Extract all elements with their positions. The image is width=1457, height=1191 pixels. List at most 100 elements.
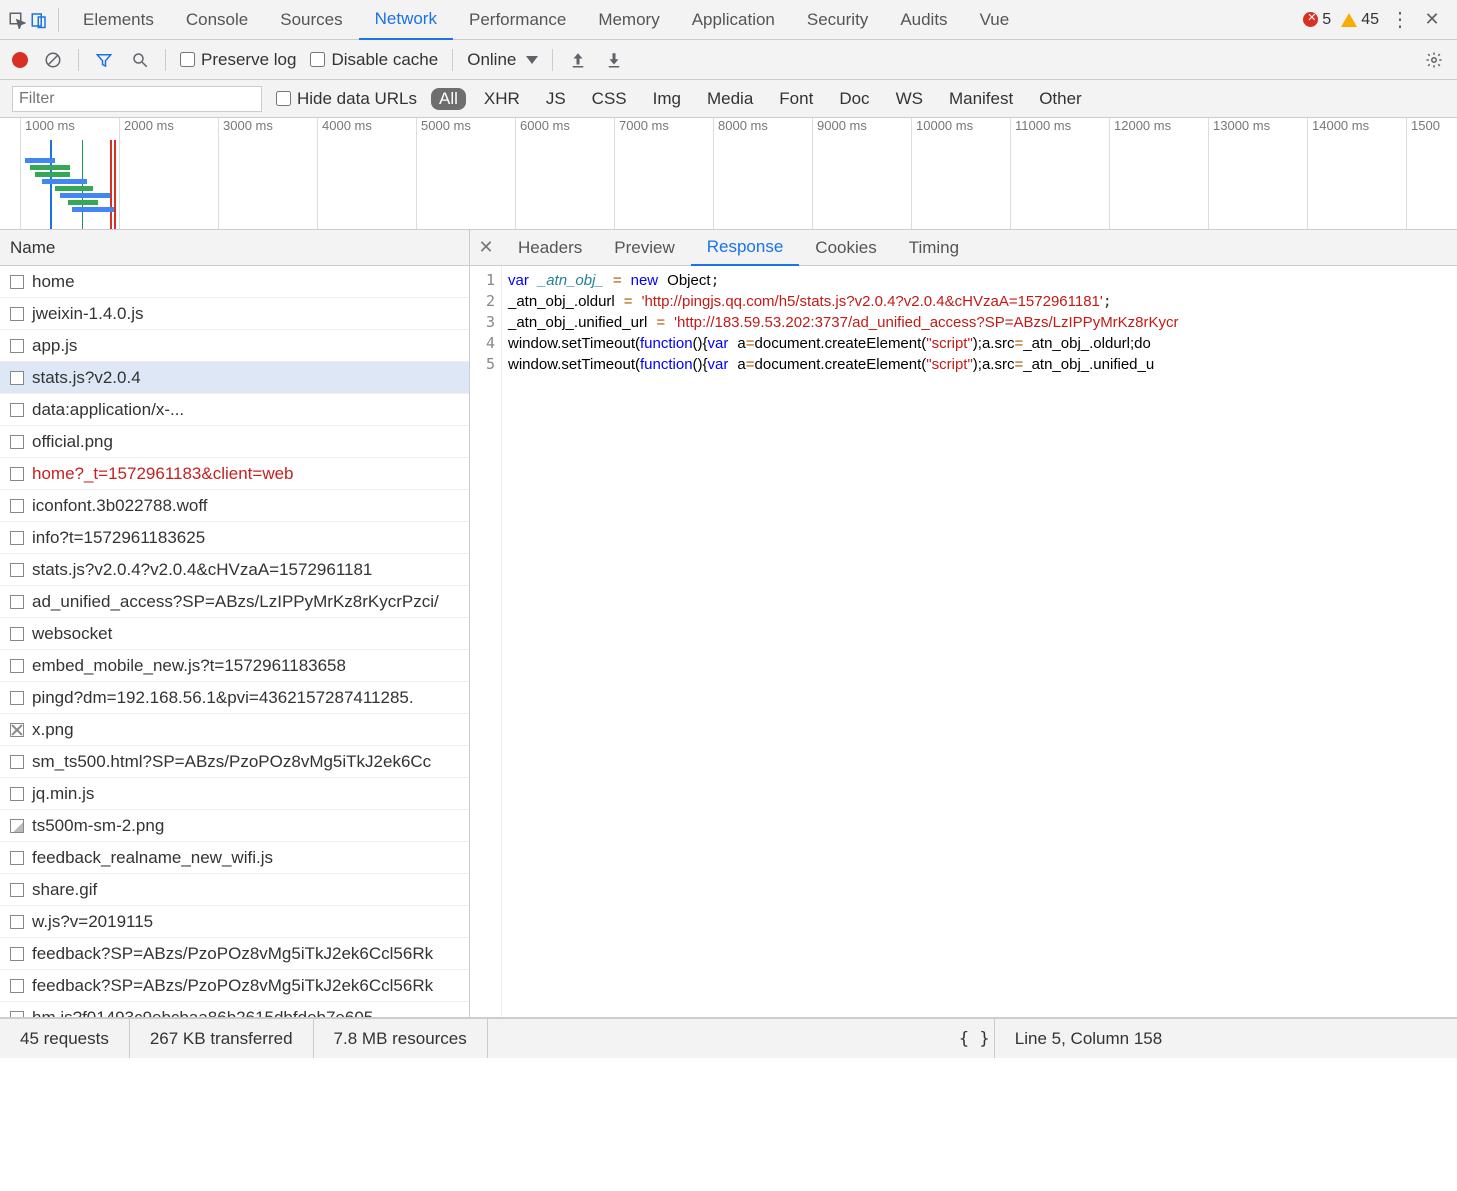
tab-network[interactable]: Network	[359, 0, 453, 40]
request-row[interactable]: feedback_realname_new_wifi.js	[0, 842, 469, 874]
kebab-menu-icon[interactable]: ⋮	[1389, 9, 1411, 31]
code-content[interactable]: var _atn_obj_ = new Object; _atn_obj_.ol…	[502, 266, 1457, 1017]
request-row[interactable]: ad_unified_access?SP=ABzs/LzIPPyMrKz8rKy…	[0, 586, 469, 618]
detail-tab-headers[interactable]: Headers	[502, 230, 598, 266]
request-name: stats.js?v2.0.4	[32, 368, 141, 388]
filter-type-xhr[interactable]: XHR	[476, 88, 528, 110]
tab-sources[interactable]: Sources	[264, 0, 358, 40]
filter-type-media[interactable]: Media	[699, 88, 761, 110]
request-row[interactable]: feedback?SP=ABzs/PzoPOz8vMg5iTkJ2ek6Ccl5…	[0, 970, 469, 1002]
close-icon[interactable]: ✕	[1421, 9, 1443, 31]
request-name: share.gif	[32, 880, 97, 900]
request-row[interactable]: home	[0, 266, 469, 298]
request-list[interactable]: homejweixin-1.4.0.js app.js stats.js?v2.0.…	[0, 266, 469, 1017]
request-row[interactable]: jweixin-1.4.0.js	[0, 298, 469, 330]
gear-icon[interactable]	[1423, 49, 1445, 71]
request-row[interactable]: embed_mobile_new.js?t=1572961183658	[0, 650, 469, 682]
request-row[interactable]: websocket	[0, 618, 469, 650]
throttling-select[interactable]: Online	[467, 50, 538, 70]
filter-type-font[interactable]: Font	[771, 88, 821, 110]
tab-audits[interactable]: Audits	[884, 0, 963, 40]
devtools-top-tabs: ElementsConsoleSourcesNetworkPerformance…	[0, 0, 1457, 40]
hide-data-urls-checkbox[interactable]: Hide data URLs	[276, 89, 417, 109]
request-row[interactable]: w.js?v=2019115	[0, 906, 469, 938]
request-row[interactable]: data:application/x-...	[0, 394, 469, 426]
timeline-bar	[72, 207, 114, 212]
tab-console[interactable]: Console	[170, 0, 264, 40]
detail-tab-preview[interactable]: Preview	[598, 230, 690, 266]
filter-input[interactable]	[12, 86, 262, 112]
filter-type-img[interactable]: Img	[645, 88, 689, 110]
upload-har-icon[interactable]	[567, 49, 589, 71]
filter-type-js[interactable]: JS	[538, 88, 574, 110]
filter-type-doc[interactable]: Doc	[831, 88, 877, 110]
request-row[interactable]: jq.min.js	[0, 778, 469, 810]
response-code[interactable]: 12345 var _atn_obj_ = new Object; _atn_o…	[470, 266, 1457, 1017]
warning-count[interactable]: 45	[1341, 11, 1379, 29]
tab-security[interactable]: Security	[791, 0, 884, 40]
timeline-bar	[30, 165, 70, 170]
filter-type-other[interactable]: Other	[1031, 88, 1090, 110]
record-button[interactable]	[12, 52, 28, 68]
request-name: feedback_realname_new_wifi.js	[32, 848, 273, 868]
clear-icon[interactable]	[42, 49, 64, 71]
request-row[interactable]: iconfont.3b022788.woff	[0, 490, 469, 522]
search-icon[interactable]	[129, 49, 151, 71]
timeline-domcontent-marker	[82, 140, 83, 230]
download-har-icon[interactable]	[603, 49, 625, 71]
status-resources: 7.8 MB resources	[314, 1019, 488, 1058]
preserve-log-checkbox[interactable]: Preserve log	[180, 50, 296, 70]
request-row[interactable]: stats.js?v2.0.4	[0, 362, 469, 394]
request-row[interactable]: official.png	[0, 426, 469, 458]
error-count[interactable]: ✕ 5	[1303, 11, 1331, 29]
filter-type-ws[interactable]: WS	[888, 88, 931, 110]
timeline-load-marker	[110, 140, 112, 230]
timeline-tick: 2000 ms	[119, 118, 174, 229]
request-row[interactable]: ts500m-sm-2.png	[0, 810, 469, 842]
timeline-bar	[68, 200, 98, 205]
tab-performance[interactable]: Performance	[453, 0, 582, 40]
request-row[interactable]: info?t=1572961183625	[0, 522, 469, 554]
filter-type-css[interactable]: CSS	[584, 88, 635, 110]
tab-elements[interactable]: Elements	[67, 0, 170, 40]
network-timeline[interactable]: 1000 ms2000 ms3000 ms4000 ms5000 ms6000 …	[0, 118, 1457, 230]
request-name: home?_t=1572961183&client=web	[32, 464, 294, 484]
request-row[interactable]: feedback?SP=ABzs/PzoPOz8vMg5iTkJ2ek6Ccl5…	[0, 938, 469, 970]
file-icon	[10, 403, 24, 417]
request-row[interactable]: home?_t=1572961183&client=web	[0, 458, 469, 490]
request-name: stats.js?v2.0.4?v2.0.4&cHVzaA=1572961181	[32, 560, 372, 580]
filter-type-manifest[interactable]: Manifest	[941, 88, 1021, 110]
inspect-element-icon[interactable]	[6, 9, 28, 31]
tab-application[interactable]: Application	[676, 0, 791, 40]
divider	[58, 8, 59, 32]
disable-cache-checkbox[interactable]: Disable cache	[310, 50, 438, 70]
request-name: embed_mobile_new.js?t=1572961183658	[32, 656, 346, 676]
close-detail-icon[interactable]: ✕	[470, 237, 502, 258]
timeline-tick: 3000 ms	[218, 118, 273, 229]
network-toolbar: Preserve log Disable cache Online	[0, 40, 1457, 80]
request-row[interactable]: share.gif	[0, 874, 469, 906]
request-name: info?t=1572961183625	[32, 528, 205, 548]
warning-count-value: 45	[1361, 11, 1379, 29]
file-icon	[10, 787, 24, 801]
filter-icon[interactable]	[93, 49, 115, 71]
file-icon	[10, 691, 24, 705]
device-toolbar-icon[interactable]	[28, 9, 50, 31]
request-row[interactable]: stats.js?v2.0.4?v2.0.4&cHVzaA=1572961181	[0, 554, 469, 586]
tab-memory[interactable]: Memory	[582, 0, 675, 40]
request-row[interactable]: hm.js?f01493c9ebcbaa86b2615dbfdeb7e605	[0, 1002, 469, 1017]
detail-tab-cookies[interactable]: Cookies	[799, 230, 892, 266]
request-name: app.js	[32, 336, 77, 356]
name-column-header[interactable]: Name	[0, 230, 469, 266]
filter-type-all[interactable]: All	[431, 88, 466, 110]
detail-tab-timing[interactable]: Timing	[893, 230, 975, 266]
request-row[interactable]: pingd?dm=192.168.56.1&pvi=43621572874112…	[0, 682, 469, 714]
request-row[interactable]: app.js	[0, 330, 469, 362]
file-icon	[10, 435, 24, 449]
tab-vue[interactable]: Vue	[964, 0, 1026, 40]
pretty-print-icon[interactable]: { }	[955, 1019, 995, 1058]
request-row[interactable]: sm_ts500.html?SP=ABzs/PzoPOz8vMg5iTkJ2ek…	[0, 746, 469, 778]
detail-tab-response[interactable]: Response	[691, 230, 800, 266]
request-row[interactable]: x.png	[0, 714, 469, 746]
request-name: official.png	[32, 432, 113, 452]
